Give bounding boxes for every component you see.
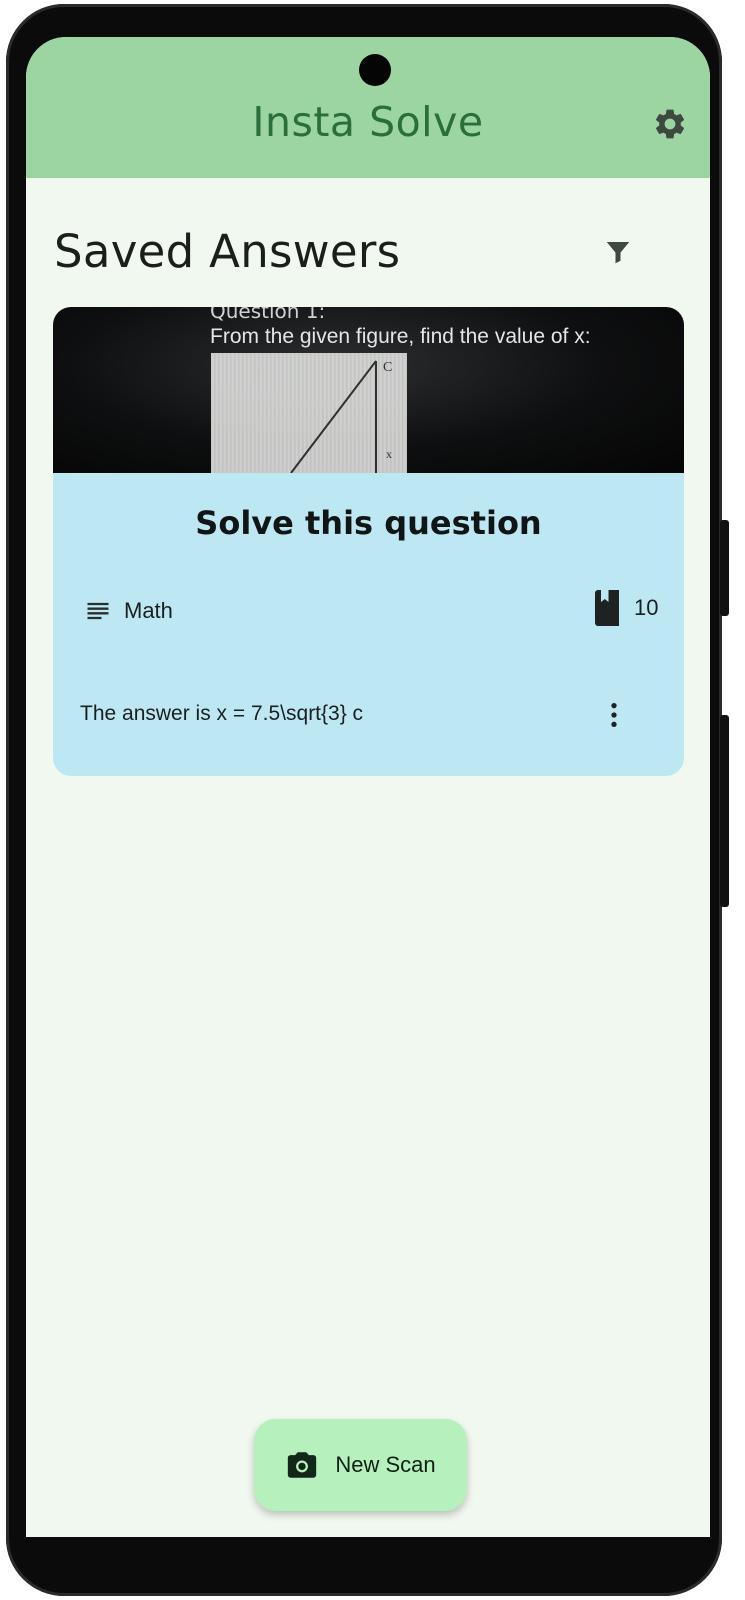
photo-question-text: From the given figure, find the value of… bbox=[210, 325, 591, 348]
filter-button[interactable] bbox=[599, 233, 637, 271]
app-title: Insta Solve bbox=[252, 98, 484, 146]
score-value: 10 bbox=[634, 595, 659, 620]
card-title: Solve this question bbox=[195, 504, 542, 542]
subject-row: Math bbox=[84, 597, 173, 625]
photo-figure: C x bbox=[211, 353, 407, 474]
front-camera bbox=[359, 54, 391, 86]
book-icon bbox=[595, 590, 619, 626]
answer-preview: The answer is x = 7.5\sqrt{3} c bbox=[80, 702, 364, 725]
more-vert-icon bbox=[611, 703, 617, 727]
question-photo: Question 1: From the given figure, find … bbox=[53, 307, 684, 474]
photo-question-heading: Question 1: bbox=[210, 307, 326, 323]
score-row: 10 bbox=[592, 590, 658, 626]
list-lines-icon bbox=[87, 602, 109, 620]
more-options-button[interactable] bbox=[594, 695, 634, 735]
app-screen: Insta Solve Saved Answers Question 1: Fr… bbox=[26, 37, 710, 1537]
power-button bbox=[720, 715, 729, 907]
top-app-bar: Insta Solve bbox=[26, 37, 710, 178]
settings-button[interactable] bbox=[651, 105, 689, 143]
saved-answer-card[interactable]: Question 1: From the given figure, find … bbox=[53, 307, 684, 776]
gear-icon bbox=[655, 109, 685, 139]
new-scan-label: New Scan bbox=[335, 1452, 436, 1477]
svg-text:x: x bbox=[386, 447, 392, 461]
new-scan-button[interactable]: New Scan bbox=[254, 1419, 467, 1511]
subject-label: Math bbox=[124, 598, 173, 623]
triangle-figure: C x bbox=[290, 360, 392, 474]
page-title: Saved Answers bbox=[54, 225, 401, 278]
camera-icon bbox=[288, 1452, 317, 1478]
volume-button bbox=[720, 520, 729, 616]
filter-icon bbox=[606, 242, 630, 264]
svg-text:C: C bbox=[383, 360, 392, 375]
